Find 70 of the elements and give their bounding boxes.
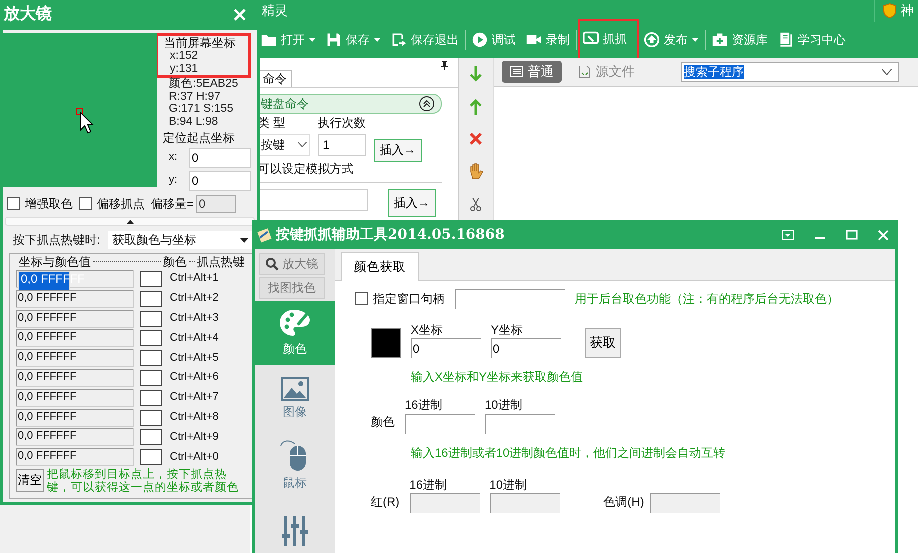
point-field[interactable]: 0,0 FFFFFF (16, 310, 134, 328)
hotkey-action-dropdown[interactable]: 获取颜色与坐标 (108, 231, 253, 249)
hotkey-label: 按下抓点热键时: (13, 232, 100, 248)
hex-header: 16进制 (405, 398, 444, 413)
hotkey-text: Ctrl+Alt+0 (170, 450, 219, 464)
subroutine-dropdown[interactable]: 搜索子程序 (681, 62, 899, 82)
color-info: 颜色:5EAB25 (168, 78, 240, 90)
x-field[interactable]: 0 (411, 338, 481, 358)
count-label: 执行次数 (318, 116, 366, 131)
hotkey-text: Ctrl+Alt+5 (170, 352, 219, 365)
x-coordinate: x:152 (169, 50, 200, 62)
y-label: y: (169, 174, 179, 188)
point-field[interactable]: 0,0 FFFFFF (16, 428, 134, 446)
origin-title: 定位起点坐标 (163, 131, 236, 145)
section-header[interactable]: 键盘命令 (258, 94, 442, 114)
hotkey-text: Ctrl+Alt+2 (170, 292, 219, 306)
hotkey-text: Ctrl+Alt+3 (170, 312, 219, 326)
y-field[interactable]: 0 (491, 338, 561, 358)
tab[interactable]: 颜色获取 (341, 252, 419, 281)
app-name: 神 (901, 3, 915, 19)
group-header: 颜色 (162, 254, 188, 269)
origin-x-field[interactable]: 0 (189, 148, 251, 168)
point-field[interactable]: 0,0 FFFFFF (16, 448, 134, 466)
insert-button[interactable]: 插入→ (388, 189, 436, 218)
window-title: 按键抓抓辅助工具2014.05.16868 (276, 226, 506, 244)
hex-header: 16进制 (410, 478, 448, 492)
get-color-button[interactable]: 获取 (585, 328, 621, 358)
instruction-text: 把鼠标移到目标点上，按下抓点热键，可以获得这一点的坐标或者颜色 (47, 469, 240, 496)
checkbox-label: 指定窗口句柄 (373, 292, 445, 306)
group-header: 坐标与颜色值 (18, 254, 92, 269)
group-header: 抓点热键 (196, 254, 246, 269)
point-field[interactable]: 0,0 FFFFFF (16, 368, 134, 387)
window-title: 放大镜 (4, 5, 52, 25)
hotkey-text: Ctrl+Alt+1 (170, 272, 219, 286)
hotkey-text: Ctrl+Alt+6 (170, 371, 219, 385)
note-text: 输入X坐标和Y坐标来获取颜色值 (411, 370, 584, 384)
count-field[interactable]: 1 (318, 134, 366, 156)
color-label: 颜色 (371, 415, 395, 432)
offset-label: 偏移量= (151, 196, 194, 212)
point-field[interactable]: 0,0 FFFFFF (16, 388, 134, 407)
hue-label: 色调(H) (604, 494, 644, 511)
editor-tab[interactable]: 普通 (502, 61, 562, 83)
point-field[interactable]: 0,0 FFFFFF (16, 408, 134, 427)
insert-button[interactable]: 插入→ (374, 138, 422, 162)
checkbox-label: 增强取色 (25, 196, 73, 212)
window-title: 精灵 (262, 3, 288, 19)
point-field[interactable]: 0,0 FFFFFF (16, 290, 134, 308)
note-text: 用于后台取色功能（注：有的程序后台无法取色） (575, 292, 839, 306)
color-info: B:94 L:98 (168, 116, 220, 128)
x-label: X坐标 (411, 323, 444, 338)
note-text: 输入16进制或者10进制颜色值时，他们之间进制会自动互转 (411, 446, 727, 460)
hotkey-text: Ctrl+Alt+4 (170, 332, 219, 345)
color-info: R:37 H:97 (168, 90, 222, 103)
y-coordinate: y:131 (169, 62, 200, 75)
point-field[interactable]: 0,0 FFFFFF (16, 349, 134, 368)
clear-button[interactable]: 清空 (16, 469, 44, 492)
x-label: x: (169, 151, 179, 165)
point-field[interactable]: 0,0 FFFFFF (16, 329, 134, 348)
hint-text: 可以设定模拟方式 (258, 162, 355, 176)
origin-y-field[interactable]: 0 (189, 171, 251, 191)
channel-label: 红(R) (371, 494, 400, 511)
decimal-header: 10进制 (485, 398, 524, 413)
color-info: G:171 S:155 (168, 103, 235, 116)
checkbox-label: 偏移抓点 (97, 196, 145, 212)
decimal-header: 10进制 (490, 478, 528, 492)
hotkey-text: Ctrl+Alt+7 (170, 391, 219, 404)
hotkey-text: Ctrl+Alt+8 (170, 410, 219, 424)
coordinates-title: 当前屏幕坐标 (164, 36, 237, 50)
hotkey-text: Ctrl+Alt+9 (170, 430, 219, 444)
y-label: Y坐标 (491, 323, 524, 338)
